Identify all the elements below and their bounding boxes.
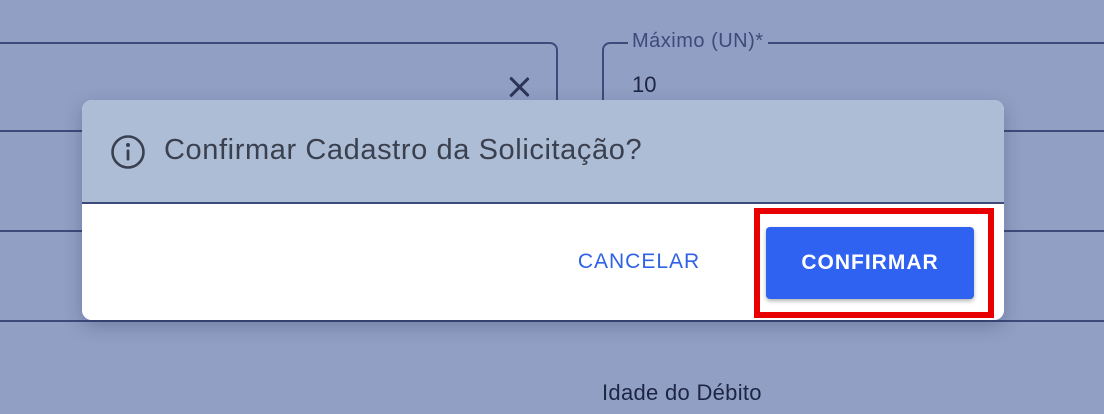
max-field-label: Máximo (UN)* — [628, 30, 768, 53]
divider-line — [0, 230, 90, 232]
debt-age-label: Idade do Débito — [602, 380, 762, 405]
info-icon — [111, 135, 145, 169]
divider-line — [0, 320, 1104, 322]
dialog-header: Confirmar Cadastro da Solicitação? — [82, 100, 1004, 204]
divider-line — [0, 130, 90, 132]
cancel-button[interactable]: CANCELAR — [560, 240, 718, 284]
clear-field-icon[interactable] — [504, 72, 534, 102]
divider-line — [1004, 230, 1104, 232]
confirm-dialog: Confirmar Cadastro da Solicitação? CANCE… — [82, 100, 1004, 320]
dialog-title: Confirmar Cadastro da Solicitação? — [164, 134, 643, 166]
confirm-button[interactable]: CONFIRMAR — [766, 227, 974, 299]
divider-line — [1004, 130, 1104, 132]
max-field-value[interactable]: 10 — [632, 72, 656, 98]
